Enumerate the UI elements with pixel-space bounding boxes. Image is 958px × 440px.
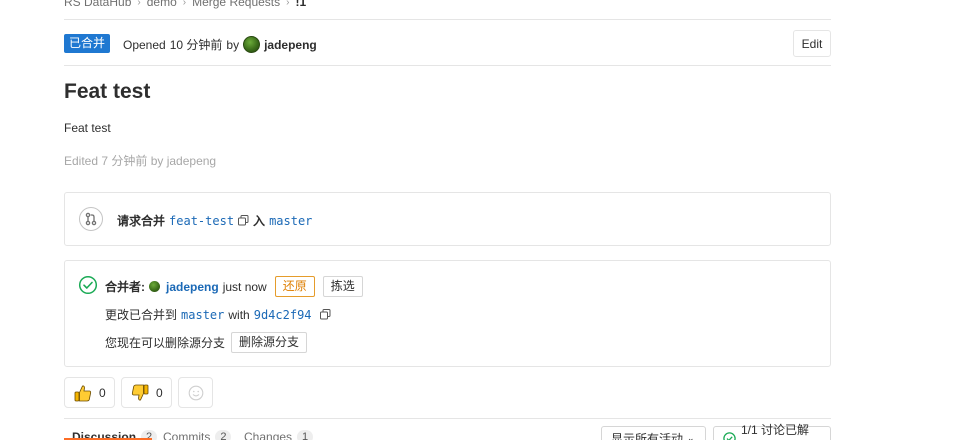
thumbs-down-award[interactable]: 0 [121,377,172,408]
merge-request-widget: 请求合并 feat-test 入 master [64,192,831,246]
status-badge: 已合并 [64,34,111,53]
chevron-down-icon: ⌄ [687,432,695,440]
breadcrumb-item-merge-requests[interactable]: Merge Requests [192,0,280,9]
delete-branch-prompt: 您现在可以删除源分支 [105,336,226,350]
tab-changes[interactable]: Changes 1 [244,430,314,440]
delete-source-branch-button[interactable]: 删除源分支 [231,332,308,353]
divider [64,418,831,419]
thumbs-down-icon [131,384,149,400]
merged-by-line: 合并者: jadepeng just now 还原 拣选 [105,276,363,297]
thumbs-up-icon [74,385,92,401]
with-label: with [228,307,250,322]
tab-label: Changes [244,430,293,440]
request-merge-line: 请求合并 feat-test 入 master [117,212,312,229]
request-merge-label: 请求合并 [117,214,166,228]
divider [64,65,831,66]
add-reaction-button[interactable] [178,377,213,408]
opened-by: by [226,37,240,52]
check-circle-icon [78,275,98,295]
activity-filter-dropdown[interactable]: 显示所有活动 ⌄ [601,426,706,440]
thumbs-up-count: 0 [99,385,106,400]
chevron-right-icon: › [286,0,290,8]
tab-count: 2 [215,430,232,440]
thumbs-down-count: 0 [156,385,163,400]
resolved-label: 1/1 讨论已解决 [741,423,810,437]
merge-request-icon [79,207,103,231]
copy-icon[interactable] [319,309,331,320]
opened-info: Opened 10 分钟前 by jadepeng [123,36,317,53]
merged-target-branch[interactable]: master [181,308,224,322]
smiley-icon [188,385,203,400]
breadcrumb-item-group[interactable]: RS DataHub [64,0,131,9]
author-avatar[interactable] [243,36,261,53]
target-branch[interactable]: master [269,214,312,228]
merged-into-line: 更改已合并到 master with 9d4c2f94 [105,306,331,323]
page-title: Feat test [64,80,151,103]
source-branch[interactable]: feat-test [169,214,234,228]
merger-avatar[interactable] [149,281,160,292]
tab-commits[interactable]: Commits 2 [163,430,232,440]
opened-prefix: Opened [123,37,166,52]
commit-sha[interactable]: 9d4c2f94 [254,308,312,322]
copy-icon[interactable] [238,215,249,226]
filter-label: 显示所有活动 [611,431,684,440]
into-label: 入 [253,214,266,228]
merger-name[interactable]: jadepeng [166,280,219,294]
tab-count: 1 [297,430,314,440]
merged-by-label: 合并者: [105,280,145,294]
merged-widget: 合并者: jadepeng just now 还原 拣选 更改已合并到 mast… [64,260,831,367]
chevron-right-icon: › [137,0,141,8]
breadcrumb-item-project[interactable]: demo [147,0,177,9]
revert-button[interactable]: 还原 [274,276,315,297]
cherry-pick-button[interactable]: 拣选 [322,276,363,297]
thumbs-up-award[interactable]: 0 [64,377,115,408]
description: Feat test [64,121,111,135]
breadcrumb-item-current[interactable]: !1 [295,0,306,9]
resolved-discussions-button[interactable]: 1/1 讨论已解决 [713,423,831,440]
divider [64,19,831,20]
check-circle-icon [723,431,736,440]
author-name[interactable]: jadepeng [264,38,317,52]
edit-button[interactable]: Edit [793,30,831,57]
chevron-right-icon: › [182,0,187,8]
merged-into-label: 更改已合并到 [105,308,178,322]
breadcrumb: RS DataHub › demo › Merge Requests › !1 [64,0,306,9]
delete-branch-line: 您现在可以删除源分支 删除源分支 [105,332,308,353]
tab-label: Commits [163,430,211,440]
edited-info: Edited 7 分钟前 by jadepeng [64,154,217,168]
merged-time: just now [222,279,267,294]
opened-time: 10 分钟前 [169,38,223,52]
